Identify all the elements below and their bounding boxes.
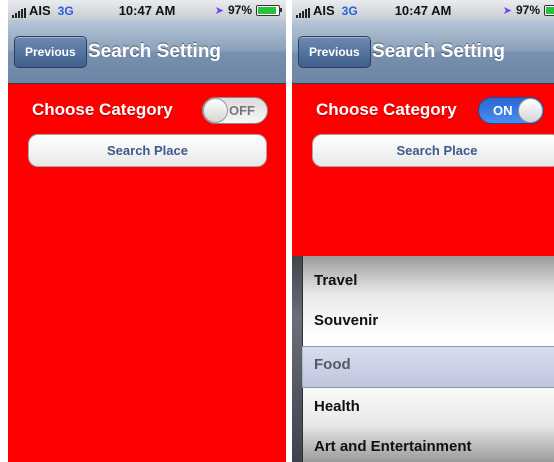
navigation-bar: Previous Search Setting [292,20,554,84]
choose-category-label: Choose Category [316,100,457,119]
navigation-bar: Previous Search Setting [8,20,286,84]
screen-search-setting-on: AIS 3G 10:47 AM ➤ 97% Previous Search Se… [292,0,554,462]
battery-icon [544,4,554,16]
choose-category-label: Choose Category [32,100,173,119]
picker-item-health[interactable]: Health [314,398,360,415]
battery-icon [256,4,282,16]
toggle-knob [203,98,228,123]
search-place-button[interactable]: Search Place [28,134,267,167]
status-bar: AIS 3G 10:47 AM ➤ 97% [8,0,286,20]
previous-button[interactable]: Previous [298,36,371,68]
battery-percent: 97% [227,3,252,17]
toggle-knob [518,98,543,123]
location-icon: ➤ [502,4,512,17]
previous-button[interactable]: Previous [14,36,87,68]
battery-info: ➤ 97% [503,3,554,17]
picker-item-art-and-entertainment[interactable]: Art and Entertainment [314,438,472,455]
picker-item-food[interactable]: Food [314,356,351,373]
search-place-button[interactable]: Search Place [312,134,554,167]
toggle-state-label: OFF [229,103,255,118]
category-picker[interactable]: Travel Souvenir Food Health Art and Ente… [292,256,554,462]
screen-search-setting-off: AIS 3G 10:47 AM ➤ 97% Previous Search Se… [8,0,286,462]
category-toggle[interactable]: ON [478,97,544,124]
picker-item-souvenir[interactable]: Souvenir [314,312,378,329]
location-icon: ➤ [214,4,224,17]
toggle-state-label: ON [493,103,513,118]
page-title: Search Setting [372,41,506,62]
status-bar: AIS 3G 10:47 AM ➤ 97% [292,0,554,20]
page-title: Search Setting [88,41,222,62]
battery-info: ➤ 97% [214,3,282,17]
battery-percent: 97% [515,3,540,17]
picker-item-travel[interactable]: Travel [314,272,357,289]
category-toggle[interactable]: OFF [202,97,268,124]
